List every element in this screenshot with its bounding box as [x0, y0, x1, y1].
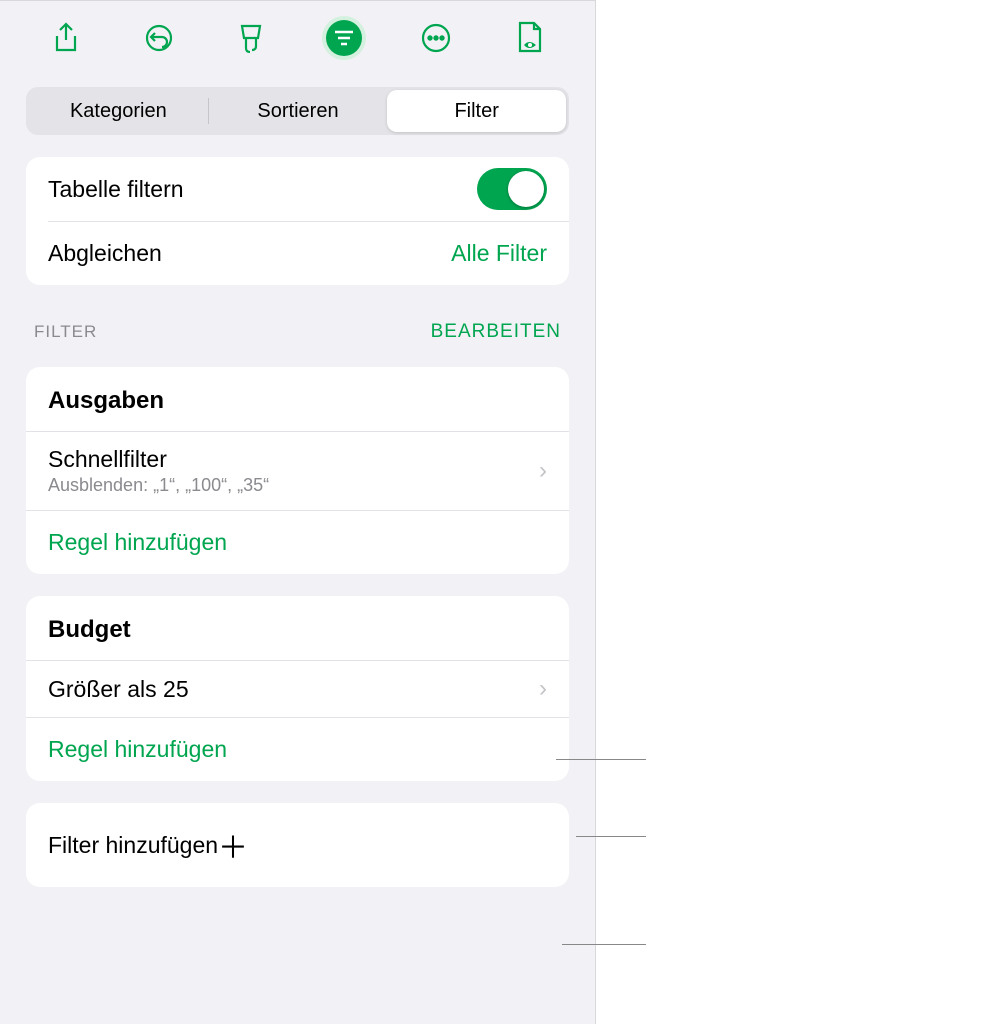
filter-panel: Kategorien Sortieren Filter Tabelle filt… — [0, 0, 596, 1024]
undo-icon[interactable] — [137, 16, 181, 60]
add-rule-button[interactable]: Regel hinzufügen — [26, 511, 569, 574]
chevron-right-icon: › — [539, 675, 547, 703]
match-row[interactable]: Abgleichen Alle Filter — [26, 221, 569, 285]
match-label: Abgleichen — [48, 240, 451, 267]
group-title: Ausgaben — [26, 367, 569, 432]
tab-filter[interactable]: Filter — [387, 90, 566, 132]
filter-table-toggle[interactable] — [477, 168, 547, 210]
callout-line — [576, 836, 646, 837]
callout-line — [562, 944, 646, 945]
chevron-right-icon: › — [539, 457, 547, 485]
segmented-control: Kategorien Sortieren Filter — [26, 87, 569, 135]
section-label: FILTER — [34, 322, 97, 342]
filter-rule[interactable]: Größer als 25 › — [26, 661, 569, 718]
add-rule-button[interactable]: Regel hinzufügen — [26, 718, 569, 781]
callout-line — [556, 759, 646, 760]
rule-title: Schnellfilter — [48, 446, 539, 473]
filter-group-0: Ausgaben Schnellfilter Ausblenden: „1“, … — [26, 367, 569, 574]
add-filter-button[interactable]: Filter hinzufügen ＋ — [26, 803, 569, 887]
filter-table-row: Tabelle filtern — [26, 157, 569, 221]
share-icon[interactable] — [44, 16, 88, 60]
group-title: Budget — [26, 596, 569, 661]
organize-icon[interactable] — [322, 16, 366, 60]
toolbar — [0, 1, 595, 75]
rule-title: Größer als 25 — [48, 676, 539, 703]
document-view-icon[interactable] — [507, 16, 551, 60]
plus-icon: ＋ — [218, 823, 248, 867]
format-brush-icon[interactable] — [229, 16, 273, 60]
tab-categories[interactable]: Kategorien — [29, 90, 208, 132]
add-filter-label: Filter hinzufügen — [48, 832, 218, 859]
tab-sort[interactable]: Sortieren — [209, 90, 388, 132]
filter-group-1: Budget Größer als 25 › Regel hinzufügen — [26, 596, 569, 781]
filter-table-label: Tabelle filtern — [48, 176, 477, 203]
more-icon[interactable] — [414, 16, 458, 60]
edit-button[interactable]: BEARBEITEN — [431, 321, 561, 343]
match-value: Alle Filter — [451, 240, 547, 267]
filter-rule[interactable]: Schnellfilter Ausblenden: „1“, „100“, „3… — [26, 432, 569, 511]
filter-section-header: FILTER BEARBEITEN — [0, 285, 595, 349]
rule-subtitle: Ausblenden: „1“, „100“, „35“ — [48, 475, 539, 496]
filter-settings-card: Tabelle filtern Abgleichen Alle Filter — [26, 157, 569, 285]
